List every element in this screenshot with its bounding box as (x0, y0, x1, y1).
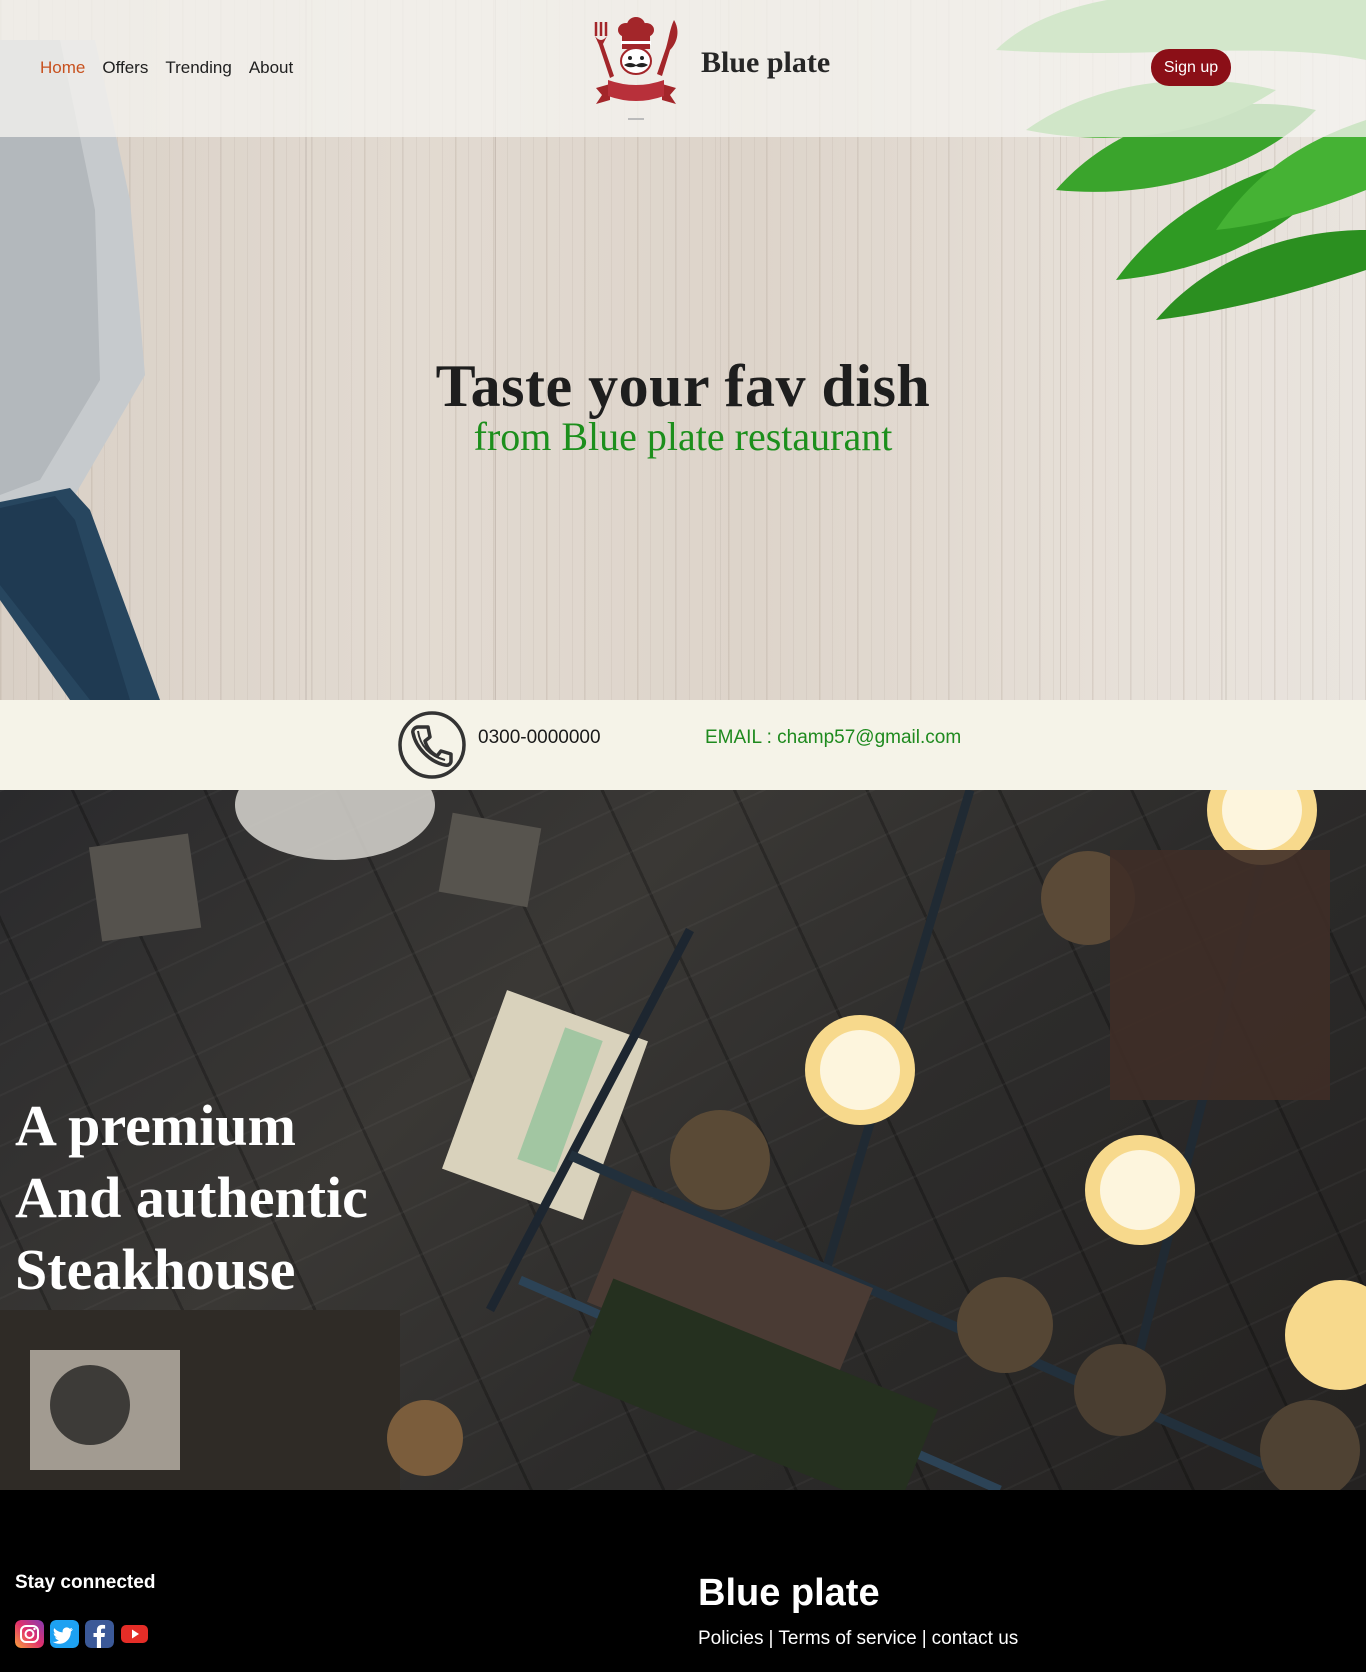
nav-offers[interactable]: Offers (102, 58, 148, 78)
signup-button[interactable]: Sign up (1151, 49, 1231, 86)
policies-link[interactable]: Policies (698, 1628, 763, 1649)
footer-brand: Blue plate (698, 1572, 880, 1614)
social-links (15, 1620, 149, 1648)
phone-number[interactable]: 0300-0000000 (478, 727, 601, 749)
facebook-icon[interactable] (85, 1620, 114, 1648)
stay-connected-label: Stay connected (15, 1572, 156, 1593)
feature-line-3: Steakhouse (15, 1237, 296, 1302)
nav-home[interactable]: Home (40, 58, 85, 78)
contact-us-link[interactable]: contact us (932, 1628, 1019, 1649)
footer-links: Policies | Terms of service | contact us (698, 1628, 1018, 1650)
feature-line-2: And authentic (15, 1165, 368, 1230)
instagram-icon[interactable] (15, 1620, 44, 1648)
nav-links: Home Offers Trending About (40, 58, 293, 78)
hero-title: Taste your fav dish (435, 353, 931, 419)
footer: Stay connected Blue plate Policies | Ter… (0, 1490, 1366, 1672)
separator: | (921, 1628, 927, 1649)
hero-subtitle: from Blue plate restaurant (473, 414, 893, 459)
contact-strip: 0300-0000000 EMAIL : champ57@gmail.com (0, 700, 1366, 790)
chef-logo[interactable] (590, 14, 682, 122)
twitter-icon[interactable] (50, 1620, 79, 1648)
nav-about[interactable]: About (249, 58, 293, 78)
separator: | (768, 1628, 774, 1649)
youtube-icon[interactable] (120, 1620, 149, 1648)
terms-of-service-link[interactable]: Terms of service (778, 1628, 916, 1649)
nav-trending[interactable]: Trending (165, 58, 231, 78)
feature-line-1: A premium (15, 1093, 296, 1158)
brand-title: Blue plate (701, 46, 831, 79)
phone-icon[interactable] (397, 710, 467, 780)
feature-heading: A premium And authentic Steakhouse (15, 1090, 368, 1306)
email-address[interactable]: EMAIL : champ57@gmail.com (705, 727, 961, 749)
top-navbar: Home Offers Trending About Blue plate Si… (0, 0, 1366, 137)
